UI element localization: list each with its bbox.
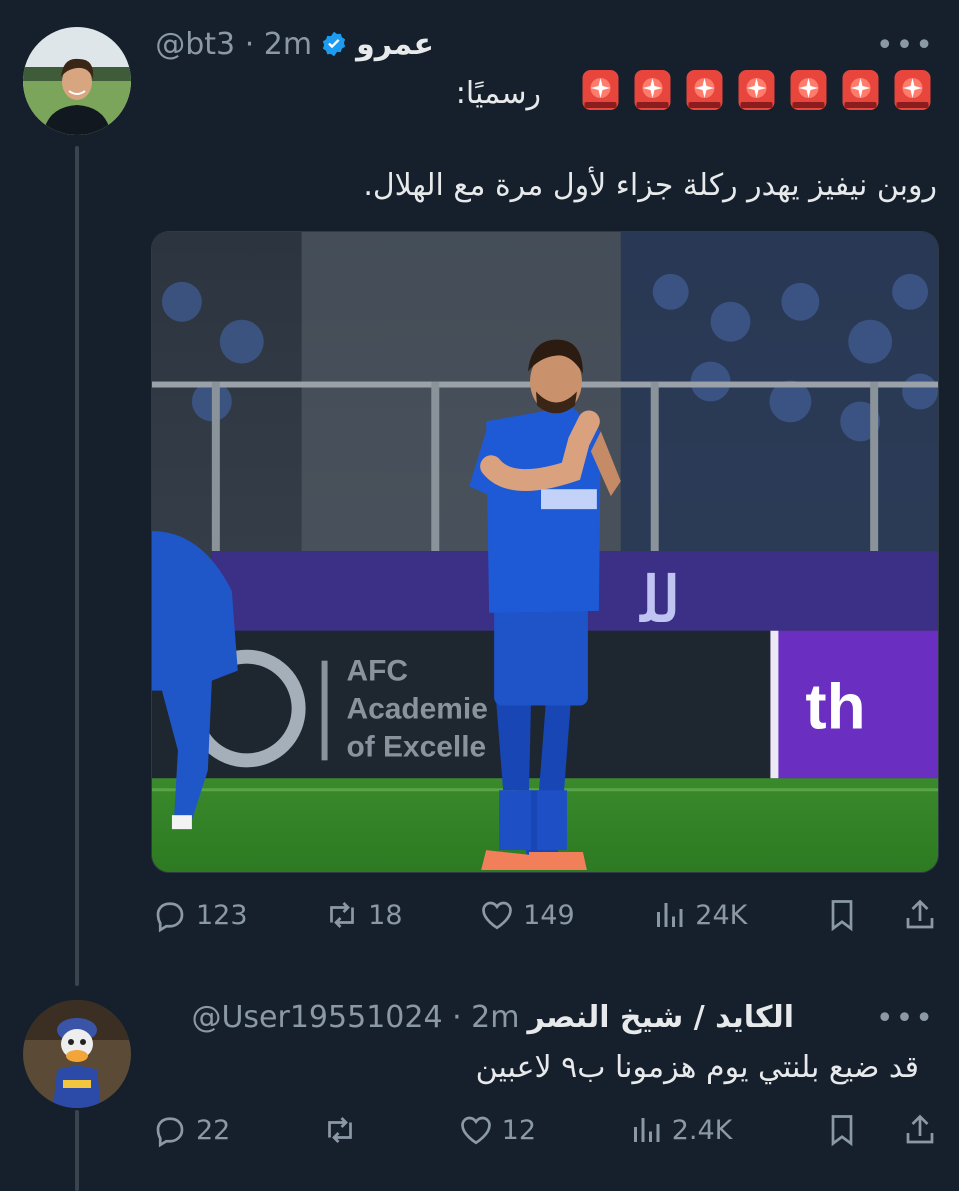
retweet-button[interactable] [322,1112,366,1148]
retweet-button[interactable]: 18 [324,897,403,933]
football-player-photo: ﻟﻠ AFC Academie of Excelle th [152,232,938,872]
tweet-handle[interactable]: @bt3 · 2m [155,27,312,62]
reply-icon [156,902,184,933]
siren-icon [582,70,619,110]
reply-button[interactable]: 22 [152,1112,230,1148]
siren-icon [738,70,775,110]
reply-icon [156,1117,184,1148]
siren-icon [842,70,879,110]
bookmark-button[interactable] [824,1112,860,1148]
reply-text: قد ضيع بلنتي يوم هزمونا ب٩ لاعبين [475,1050,919,1085]
verified-icon [322,31,346,57]
views-button[interactable]: 24K [651,897,747,933]
share-button[interactable] [902,897,938,933]
retweet-icon [328,1117,352,1143]
tweet-media-photo[interactable]: ﻟﻠ AFC Academie of Excelle th [151,231,939,873]
like-button[interactable]: 149 [479,897,575,933]
siren-emoji-row [580,68,933,112]
tweet-text-line1: رسميًا: [455,76,541,111]
handle-text: @bt3 [155,26,236,62]
share-button[interactable] [902,1112,938,1148]
reply-button[interactable]: 123 [152,897,248,933]
siren-icon [686,70,723,110]
siren-icon [790,70,827,110]
bookmark-button[interactable] [824,897,860,933]
board-text-right: th [805,670,865,742]
bookmark-icon [831,1115,853,1147]
tweet-text-line2: روبن نيفيز يهدر ركلة جزاء لأول مرة مع ال… [363,168,937,203]
siren-icon [894,70,931,110]
avatar[interactable] [23,27,131,135]
views-icon [657,903,683,927]
views-button[interactable]: 2.4K [628,1112,733,1148]
svg-text:Academie: Academie [347,692,488,725]
board-text-left: AFC [347,655,408,688]
reply-actions: 22 12 2.4K [152,1108,938,1152]
thread-line [75,146,79,986]
like-count: 149 [523,899,575,931]
like-count: 12 [501,1114,537,1146]
views-count: 24K [695,899,748,931]
like-icon [460,1116,491,1145]
reply-time[interactable]: 2m [471,1000,519,1035]
views-count: 2.4K [671,1114,733,1146]
views-icon [633,1118,660,1142]
display-name[interactable]: عمرو [356,27,434,62]
svg-text:ﻟﻠ: ﻟﻠ [639,566,680,635]
thread-line-bottom [75,1110,79,1191]
retweet-icon [330,902,355,928]
like-button[interactable]: 12 [458,1112,536,1148]
tweet-header: @bt3 · 2m عمرو [155,24,434,64]
avatar-reply[interactable] [23,1000,131,1108]
tweet-actions: 123 18 149 24K [152,893,938,937]
reply-count: 22 [196,1114,231,1146]
tweet-time[interactable]: 2m [264,27,312,62]
share-icon [906,899,934,929]
retweet-count: 18 [368,899,403,931]
share-icon [906,1114,934,1144]
reply-handle-text: @User19551024 [191,999,443,1035]
reply-handle[interactable]: @User19551024 · 2m [191,1000,519,1035]
svg-text:of Excelle: of Excelle [347,730,487,763]
reply-display-name[interactable]: الكايد / شيخ النصر [527,1000,794,1035]
more-options-button[interactable]: ••• [876,31,935,61]
reply-count: 123 [196,899,248,931]
reply-more-options-button[interactable]: ••• [876,1004,935,1034]
bookmark-icon [831,900,853,932]
siren-icon [634,70,671,110]
like-icon [482,901,512,930]
reply-header: @User19551024 · 2m الكايد / شيخ النصر [191,997,794,1037]
